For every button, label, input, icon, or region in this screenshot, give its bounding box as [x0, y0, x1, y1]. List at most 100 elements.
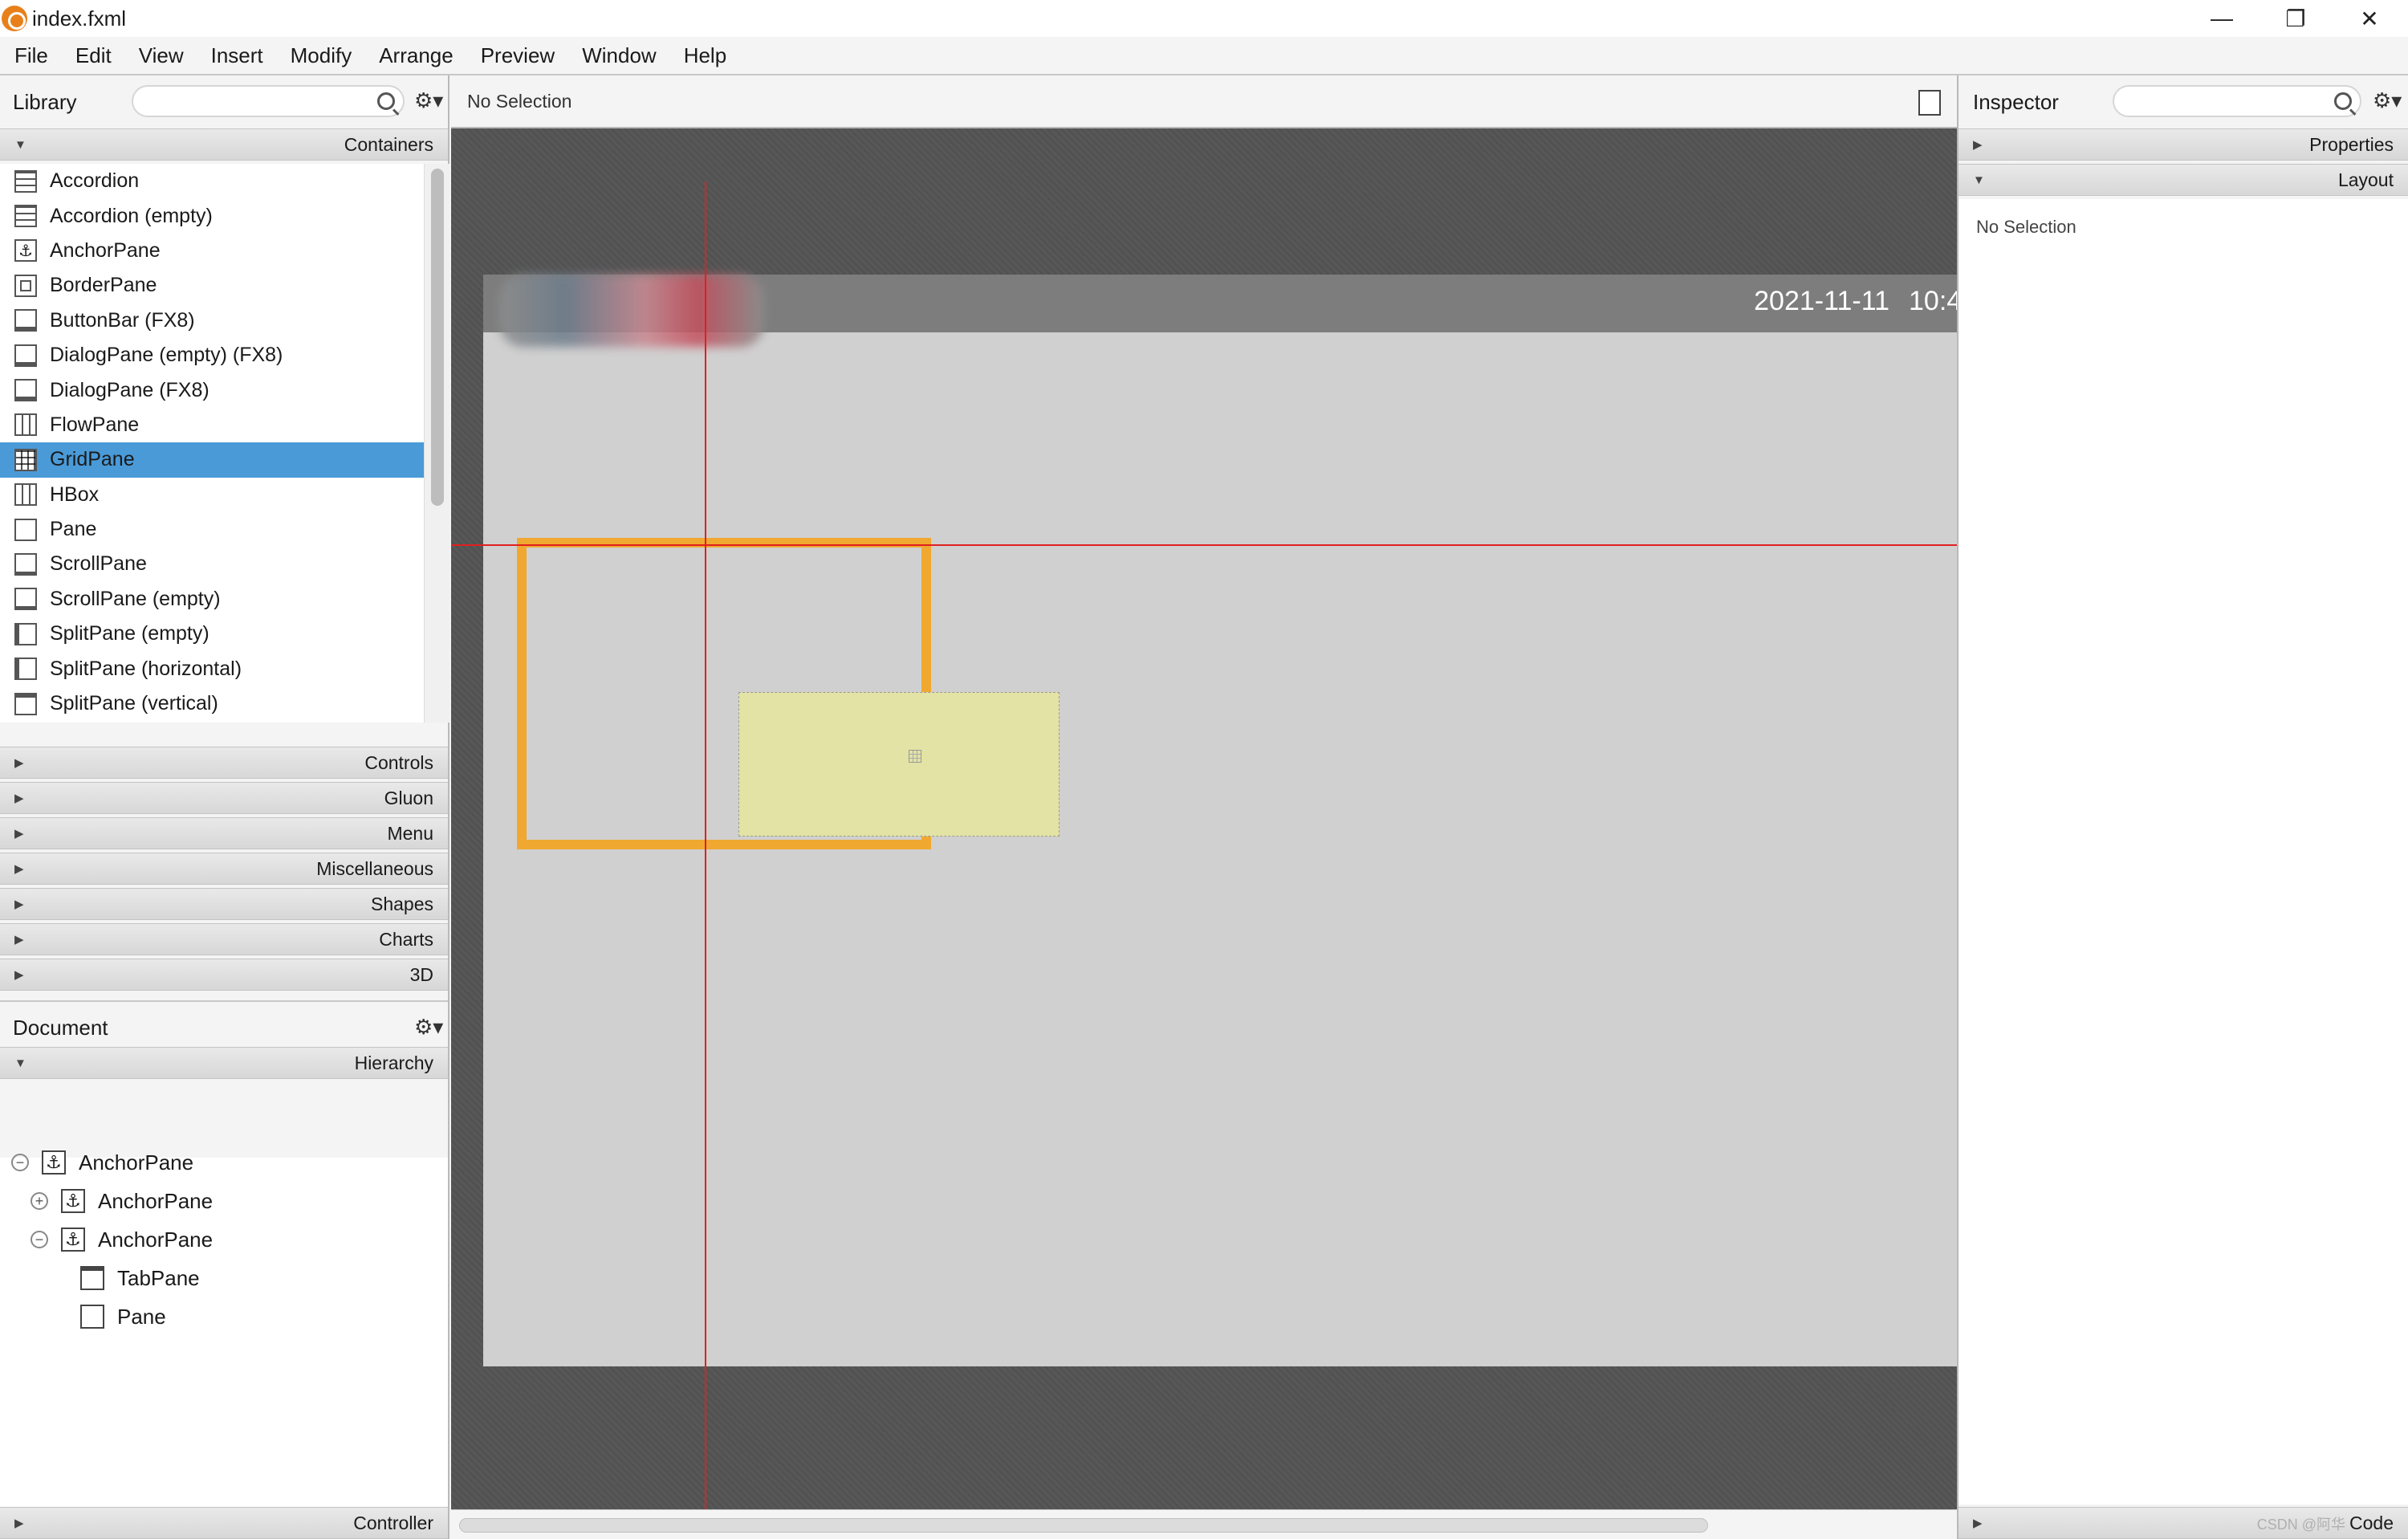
library-item-dialogpane[interactable]: DialogPane (FX8) — [0, 373, 424, 407]
section-3d[interactable]: ▶ 3D — [0, 959, 448, 991]
watermark: CSDN @阿华 — [2256, 1517, 2345, 1533]
collapse-toggle-icon[interactable]: − — [31, 1231, 48, 1248]
anchor-icon: ⚓ — [42, 1150, 66, 1175]
library-item-dialogpane-empty[interactable]: DialogPane (empty) (FX8) — [0, 338, 424, 373]
section-properties[interactable]: ▶ Properties — [1959, 128, 2408, 161]
library-item-hbox[interactable]: HBox — [0, 478, 424, 512]
menu-modify[interactable]: Modify — [278, 43, 365, 68]
library-item-label: Accordion (empty) — [50, 204, 213, 227]
inspector-search-input[interactable] — [2113, 85, 2361, 117]
app-time: 10:4 — [1909, 286, 1957, 316]
library-item-accordion[interactable]: Accordion — [0, 164, 424, 198]
canvas-scrollbar-thumb[interactable] — [459, 1518, 1708, 1533]
close-icon[interactable]: ✕ — [2333, 0, 2406, 37]
section-layout-label: Layout — [2337, 169, 2394, 190]
library-item-label: SplitPane (empty) — [50, 622, 209, 645]
section-label: Gluon — [384, 787, 433, 808]
app-logo-blurred — [499, 275, 764, 347]
tree-node-pane[interactable]: Pane — [80, 1297, 166, 1336]
tree-node-label: AnchorPane — [98, 1227, 214, 1252]
pane-icon — [14, 518, 37, 541]
flowpane-icon — [14, 413, 37, 437]
menu-file[interactable]: File — [2, 43, 61, 68]
library-item-buttonbar[interactable]: ButtonBar (FX8) — [0, 303, 424, 338]
library-scrollbar[interactable] — [424, 164, 449, 723]
library-item-anchorpane[interactable]: ⚓ AnchorPane — [0, 234, 424, 268]
library-gear-icon[interactable]: ⚙▾ — [414, 90, 443, 111]
library-item-splitpane-horizontal[interactable]: SplitPane (horizontal) — [0, 651, 424, 686]
section-controller[interactable]: ▶ Controller — [0, 1507, 448, 1539]
anchor-icon: ⚓ — [61, 1189, 85, 1213]
menu-edit[interactable]: Edit — [63, 43, 124, 68]
expand-arrow-icon: ▶ — [1973, 1517, 1983, 1530]
tree-node-tabpane[interactable]: TabPane — [80, 1259, 200, 1297]
section-shapes[interactable]: ▶ Shapes — [0, 888, 448, 920]
library-item-accordion-empty[interactable]: Accordion (empty) — [0, 198, 424, 233]
menu-window[interactable]: Window — [569, 43, 669, 68]
tree-node-anchorpane-2[interactable]: − ⚓ AnchorPane — [31, 1220, 213, 1259]
section-miscellaneous[interactable]: ▶ Miscellaneous — [0, 853, 448, 885]
section-label: 3D — [409, 963, 433, 985]
menu-preview[interactable]: Preview — [468, 43, 567, 68]
search-icon — [2334, 92, 2352, 110]
inspector-gear-icon[interactable]: ⚙▾ — [2373, 90, 2402, 111]
section-controller-label: Controller — [353, 1512, 433, 1533]
library-title: Library — [13, 89, 77, 114]
library-scrollbar-thumb[interactable] — [431, 169, 444, 506]
menu-view[interactable]: View — [126, 43, 197, 68]
library-item-label: SplitPane (vertical) — [50, 692, 218, 715]
section-label: Miscellaneous — [316, 857, 433, 879]
tree-node-anchorpane-1[interactable]: + ⚓ AnchorPane — [31, 1182, 213, 1220]
tree-node-anchorpane-root[interactable]: − ⚓ AnchorPane — [11, 1143, 193, 1182]
anchor-icon: ⚓ — [14, 239, 37, 263]
menu-insert[interactable]: Insert — [198, 43, 276, 68]
section-menu[interactable]: ▶ Menu — [0, 817, 448, 849]
selection-status: No Selection — [467, 90, 572, 112]
left-panel: Library ⚙▾ ▼ Containers Accordion Accord… — [0, 75, 449, 1539]
splitpane-icon — [14, 658, 37, 681]
expand-arrow-icon: ▶ — [14, 792, 24, 805]
section-hierarchy-label: Hierarchy — [354, 1052, 433, 1073]
hbox-icon — [14, 483, 37, 507]
library-item-flowpane[interactable]: FlowPane — [0, 408, 424, 442]
library-item-borderpane[interactable]: BorderPane — [0, 268, 424, 303]
library-item-label: DialogPane (FX8) — [50, 378, 209, 401]
section-label: Controls — [364, 751, 433, 773]
pane-icon — [80, 1305, 104, 1329]
title-bar: index.fxml — ❐ ✕ — [0, 0, 2408, 37]
expand-arrow-icon: ▶ — [14, 1517, 24, 1530]
tree-node-label: AnchorPane — [79, 1150, 194, 1175]
menu-arrange[interactable]: Arrange — [366, 43, 466, 68]
design-canvas[interactable]: 2021-11-11 10:4 — [451, 128, 1957, 1539]
collapse-toggle-icon[interactable]: − — [11, 1154, 29, 1171]
section-gluon[interactable]: ▶ Gluon — [0, 782, 448, 814]
document-icon[interactable] — [1918, 90, 1941, 116]
expand-toggle-icon[interactable]: + — [31, 1192, 48, 1210]
section-containers-label: Containers — [344, 133, 433, 155]
canvas-horizontal-scrollbar[interactable] — [451, 1509, 1957, 1539]
section-controls[interactable]: ▶ Controls — [0, 747, 448, 779]
inspector-panel: Inspector ⚙▾ ▶ Properties ▼ Layout No Se… — [1957, 75, 2408, 1539]
library-item-label: ScrollPane (empty) — [50, 587, 221, 610]
section-code-label: Code — [2349, 1512, 2394, 1533]
library-item-label: SplitPane (horizontal) — [50, 657, 242, 680]
section-charts[interactable]: ▶ Charts — [0, 923, 448, 955]
section-hierarchy[interactable]: ▼ Hierarchy — [0, 1047, 448, 1079]
collapse-arrow-icon: ▼ — [14, 137, 26, 152]
collapse-arrow-icon: ▼ — [1973, 173, 1985, 187]
library-item-splitpane-empty[interactable]: SplitPane (empty) — [0, 617, 424, 651]
library-item-label: ButtonBar (FX8) — [50, 308, 195, 332]
restore-icon[interactable]: ❐ — [2259, 0, 2333, 37]
library-item-gridpane[interactable]: GridPane — [0, 442, 424, 478]
library-item-pane[interactable]: Pane — [0, 512, 424, 547]
section-containers[interactable]: ▼ Containers — [0, 128, 448, 161]
menu-help[interactable]: Help — [671, 43, 739, 68]
document-gear-icon[interactable]: ⚙▾ — [414, 1016, 443, 1037]
library-item-splitpane-vertical[interactable]: SplitPane (vertical) — [0, 686, 424, 721]
library-item-scrollpane[interactable]: ScrollPane — [0, 547, 424, 581]
section-layout[interactable]: ▼ Layout — [1959, 164, 2408, 196]
library-item-scrollpane-empty[interactable]: ScrollPane (empty) — [0, 582, 424, 617]
expand-arrow-icon: ▶ — [14, 827, 24, 841]
library-search-input[interactable] — [132, 85, 405, 117]
minimize-icon[interactable]: — — [2185, 0, 2259, 37]
